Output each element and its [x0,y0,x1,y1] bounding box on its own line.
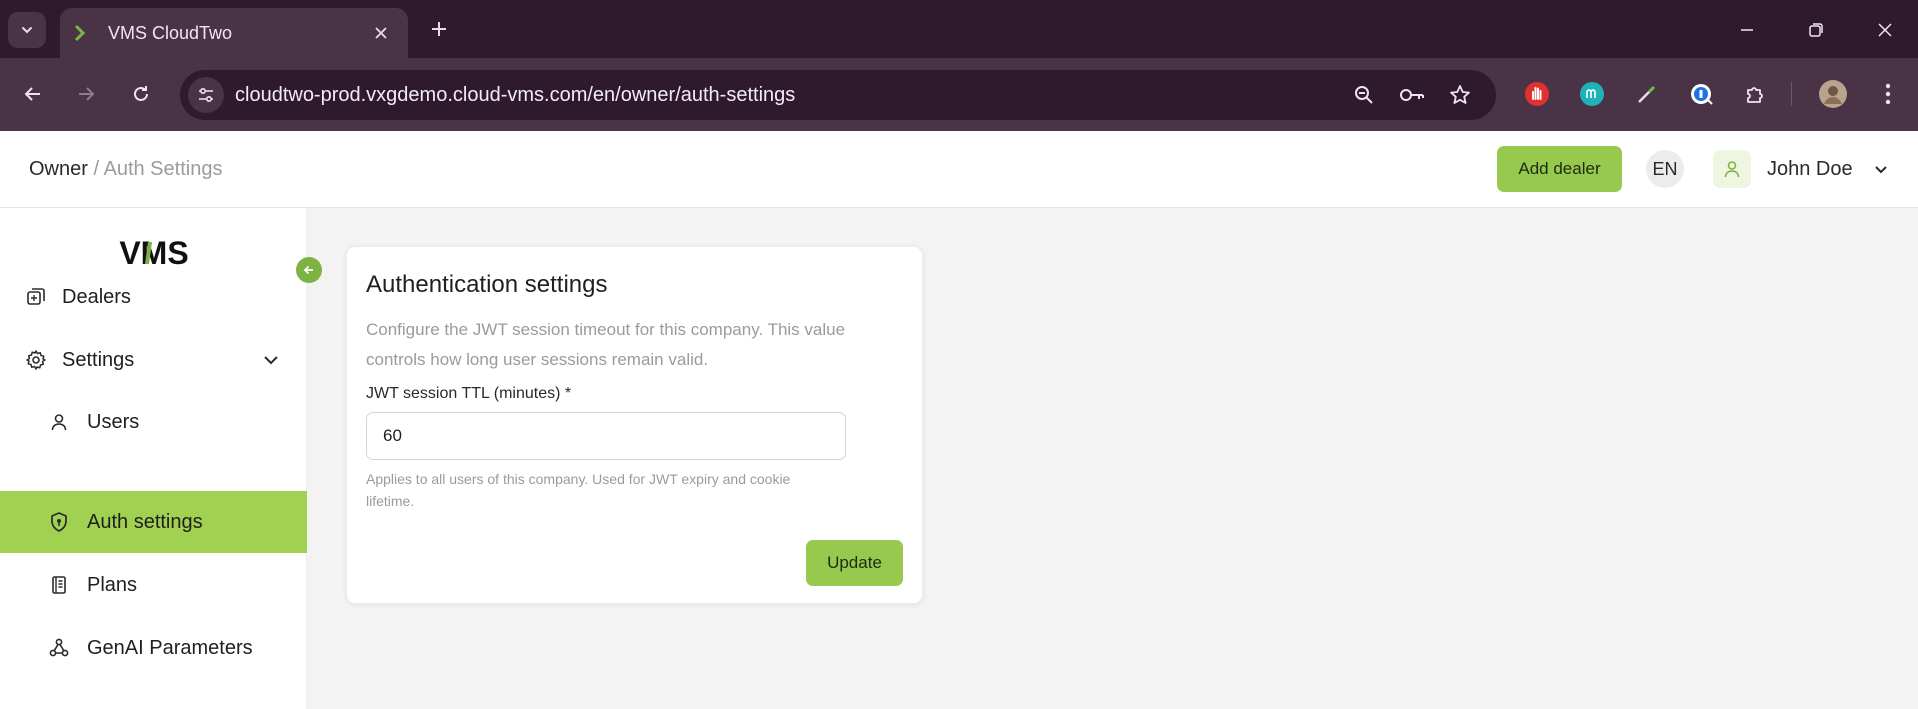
sidebar-item-users[interactable]: Users [0,391,307,453]
add-dealer-button[interactable]: Add dealer [1497,146,1622,192]
jwt-ttl-label: JWT session TTL (minutes) * [366,385,572,402]
url-text[interactable]: cloudtwo-prod.vxgdemo.cloud-vms.com/en/o… [235,70,795,120]
tune-icon [199,87,213,103]
puzzle-icon [1747,87,1763,103]
restore-icon [1809,23,1823,37]
address-bar[interactable]: cloudtwo-prod.vxgdemo.cloud-vms.com/en/o… [180,70,1496,120]
sidebar-item-settings[interactable]: Settings [0,329,307,391]
gear-icon [24,348,48,372]
update-button[interactable]: Update [806,540,903,586]
close-icon [1878,23,1892,37]
breadcrumb-current: Auth Settings [103,158,223,180]
more-vertical-icon [1885,83,1891,105]
bookmark-button[interactable] [1444,79,1476,111]
browser-toolbar: cloudtwo-prod.vxgdemo.cloud-vms.com/en/o… [0,58,1918,131]
close-window-button[interactable] [1867,12,1903,48]
breadcrumb-owner[interactable]: Owner [29,158,88,180]
tab-search-button[interactable] [8,12,46,48]
breadcrumb: Owner / Auth Settings [29,131,222,208]
extension-m[interactable] [1576,78,1608,110]
card-title: Authentication settings [366,271,608,298]
reload-button[interactable] [123,76,159,112]
favicon-icon [74,24,92,42]
user-icon [47,410,71,434]
avatar [1713,150,1751,188]
eyedropper-icon [1638,85,1656,103]
browser-chrome: VMS CloudTwo cloudtwo-prod.vxgdemo.cloud… [0,0,1918,131]
user-menu[interactable]: John Doe [1713,146,1891,192]
sidebar-item-dealers[interactable]: Dealers [0,266,307,328]
sidebar-item-auth-settings[interactable]: Auth settings [0,491,307,553]
extension-password-manager[interactable] [1686,78,1718,110]
webhook-icon [47,636,71,660]
jwt-ttl-help: Applies to all users of this company. Us… [366,471,791,509]
sidebar-item-label: Settings [62,348,135,371]
chevron-down-icon [1871,159,1891,179]
plus-icon [432,22,446,36]
extension-colorpicker[interactable] [1631,78,1663,110]
extension-adblock[interactable] [1521,78,1553,110]
arrow-left-icon [303,265,313,275]
shield-icon [47,510,71,534]
zoom-icon [1355,86,1373,104]
arrow-right-icon [79,87,95,101]
sidebar-item-label: Plans [87,573,138,596]
sidebar-item-label: GenAI Parameters [87,636,253,659]
sidebar-item-plans[interactable]: Plans [0,554,307,616]
tab-title: VMS CloudTwo [108,22,233,43]
lock-badge-icon [1691,84,1713,105]
sidebar-item-label: Users [87,410,140,433]
profile-button[interactable] [1817,78,1849,110]
dealers-icon [24,285,48,309]
chevron-down-icon [22,27,32,34]
sidebar: VMS Dealers Settings Users Auth settings [0,208,307,709]
back-button[interactable] [15,76,51,112]
profile-avatar-icon [1819,80,1847,108]
app-header: Owner / Auth Settings Add dealer EN John… [0,131,1918,208]
toolbar-divider [1791,82,1792,106]
card-description: Configure the JWT session timeout for th… [366,320,846,369]
browser-menu-button[interactable] [1872,78,1904,110]
jwt-ttl-input[interactable] [366,412,846,460]
svg-text:VMS: VMS [119,236,188,270]
sidebar-item-genai-parameters[interactable]: GenAI Parameters [0,617,307,679]
zoom-button[interactable] [1348,79,1380,111]
minimize-button[interactable] [1729,12,1765,48]
plans-icon [47,573,71,597]
hand-stop-icon [1525,82,1549,106]
key-icon [1400,89,1424,101]
reload-icon [134,86,148,101]
sidebar-collapse-button[interactable] [296,257,322,283]
tab-close-icon[interactable] [368,20,394,46]
forward-button[interactable] [68,76,104,112]
extensions-button[interactable] [1740,78,1772,110]
user-icon [1724,161,1740,178]
minimize-icon [1741,29,1753,31]
language-switcher[interactable]: EN [1646,150,1684,188]
star-icon [1450,85,1470,104]
tab-strip: VMS CloudTwo [0,0,1918,58]
user-name: John Doe [1767,157,1853,180]
sidebar-item-label: Dealers [62,285,131,308]
m-badge-icon [1580,82,1604,106]
auth-settings-card: Authentication settings Configure the JW… [346,246,923,604]
password-button[interactable] [1396,79,1428,111]
sidebar-item-label: Auth settings [87,510,203,533]
restore-button[interactable] [1798,12,1834,48]
site-info-button[interactable] [188,77,224,113]
breadcrumb-separator: / [93,158,100,180]
browser-tab[interactable]: VMS CloudTwo [60,8,408,58]
vms-logo-icon: VMS [119,235,188,271]
chevron-down-icon[interactable] [259,348,283,372]
arrow-left-icon [24,87,40,101]
new-tab-button[interactable] [424,14,454,44]
